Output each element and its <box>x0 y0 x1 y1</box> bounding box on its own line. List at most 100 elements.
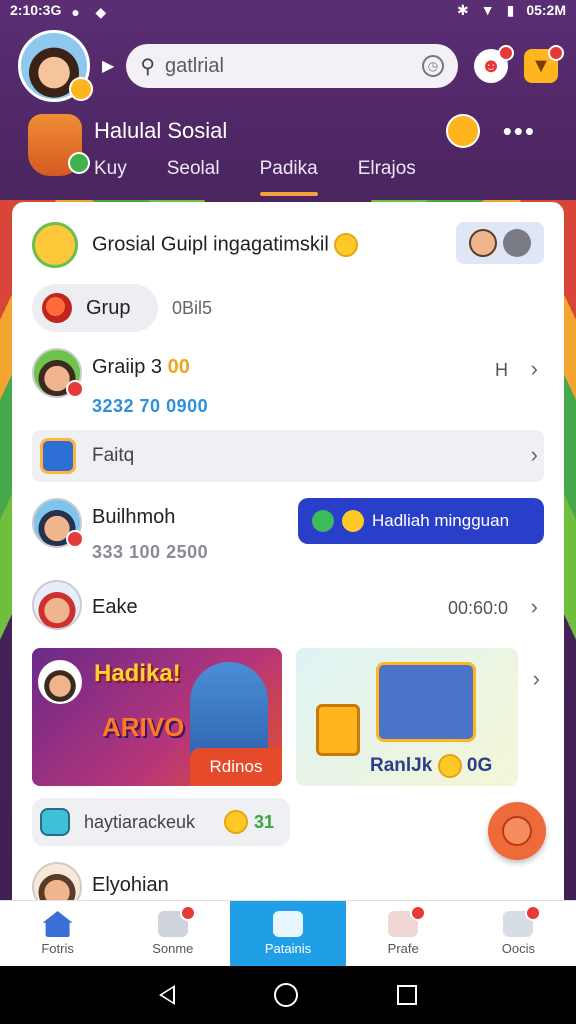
list-item-number: 333 100 2500 <box>92 542 209 562</box>
hay-chip[interactable]: haytiarackeuk 31 <box>32 798 290 846</box>
grup-meta: 0Bil5 <box>172 298 213 318</box>
coin-icon <box>334 233 359 257</box>
social-feed-card: Grosial Guipl ingagatimskil Grup 0Bil5 G… <box>12 202 564 958</box>
battery-icon: ▮ <box>506 1 515 18</box>
list-item[interactable]: Graiip 3 00 3232 70 0900 H › <box>32 348 544 422</box>
system-navigation-bar <box>0 966 576 1024</box>
weekly-reward-button[interactable]: Hadliah mingguan <box>298 498 544 544</box>
coin-icon <box>342 510 364 532</box>
promo-title: Hadika! <box>94 660 181 687</box>
top-header: ▶ ⚲ gatlrial ◷ ☻ ▼ <box>0 26 576 106</box>
caret-right-icon[interactable]: ▶ <box>102 56 114 76</box>
shield-icon: ◆ <box>95 4 107 20</box>
tab-padika[interactable]: Padika <box>259 158 318 196</box>
robot-icon <box>40 808 70 836</box>
gem-icon <box>312 510 334 532</box>
berry-icon <box>42 293 72 323</box>
nav-item-prafe[interactable]: Prafe <box>346 901 461 966</box>
chat-bubble-icon[interactable]: ☻ <box>474 45 514 83</box>
search-icon: ⚲ <box>140 55 155 78</box>
notification-dot <box>179 905 196 921</box>
avatar <box>32 498 84 548</box>
badge-icon <box>66 380 84 398</box>
social-title: Halulal Sosial <box>94 118 228 143</box>
coin-icon <box>224 810 248 834</box>
nav-item-patainis[interactable]: Patainis <box>230 901 346 966</box>
back-icon[interactable] <box>159 985 176 1005</box>
list-item[interactable]: Builhmoh 333 100 2500 Hadliah mingguan <box>32 498 544 572</box>
chevron-right-icon[interactable]: › <box>531 356 538 382</box>
list-item-meta: H <box>495 360 508 380</box>
list-item-time: 00:60:0 <box>447 598 508 618</box>
tab-elrajos[interactable]: Elrajos <box>358 158 416 192</box>
list-item-name: Graiip 3 00 <box>92 356 190 378</box>
sad-face-icon <box>502 816 532 846</box>
notification-dot <box>498 45 514 61</box>
list-item-name: Eake <box>92 596 138 618</box>
grup-chip[interactable]: Grup <box>32 284 158 332</box>
home-circle-icon[interactable] <box>273 983 298 1007</box>
status-time-left: 2:10:3G <box>10 2 62 18</box>
bottom-navigation: Fotris Sonme Patainis Prafe Oocis <box>0 900 576 966</box>
list-item[interactable]: Eake 00:60:0 › <box>32 580 544 636</box>
fox-mascot-icon <box>28 114 90 176</box>
gift-box-icon[interactable]: ▼ <box>524 45 564 83</box>
list-item-number: 3232 70 0900 <box>92 396 209 416</box>
grup-label: Grup <box>86 296 131 319</box>
member-avatar <box>469 229 497 257</box>
notification-dot <box>525 905 542 921</box>
promo-right-label: RanlJk 0G <box>370 754 493 778</box>
social-tabs: Kuy Seolal Padika Elrajos <box>94 158 416 196</box>
faitq-banner[interactable]: Faitq › <box>32 430 544 482</box>
hay-row: haytiarackeuk 31 <box>32 798 544 846</box>
badge-icon <box>66 530 84 548</box>
hay-value: 31 <box>254 812 275 832</box>
groups-title: Grosial Guipl ingagatimskil <box>92 233 359 257</box>
group-members-pill[interactable] <box>456 222 544 264</box>
grup-filter-row: Grup 0Bil5 <box>32 284 544 332</box>
notification-dot <box>410 905 427 921</box>
nav-item-oocis[interactable]: Oocis <box>461 901 576 966</box>
check-badge-icon <box>68 152 90 174</box>
smiley-icon[interactable] <box>446 114 480 148</box>
box-icon <box>273 911 303 937</box>
promo-button[interactable]: Rdinos <box>190 748 282 786</box>
treasure-box-icon <box>316 704 360 756</box>
notification-dot <box>548 45 564 61</box>
avatar <box>38 660 82 704</box>
recent-apps-icon[interactable] <box>396 985 417 1005</box>
status-bar: 2:10:3G ● ◆ ✱ ▼ ▮ 05:2M <box>0 0 576 21</box>
profile-avatar[interactable] <box>18 30 93 102</box>
search-bar[interactable]: ⚲ gatlrial ◷ <box>126 44 458 88</box>
faitq-row[interactable]: Faitq › <box>32 430 544 482</box>
groups-header: Grosial Guipl ingagatimskil <box>32 222 544 270</box>
promo-subtitle: ARIVO <box>102 712 185 742</box>
promo-card-left[interactable]: Hadika! ARIVO Rdinos <box>32 648 282 786</box>
nav-item-fotris[interactable]: Fotris <box>0 901 115 966</box>
tv-icon <box>40 438 76 474</box>
floating-action-button[interactable] <box>488 802 546 860</box>
coin-icon <box>437 754 462 778</box>
promo-card-right[interactable]: RanlJk 0G <box>296 648 518 786</box>
nav-item-sonme[interactable]: Sonme <box>115 901 230 966</box>
history-icon[interactable]: ◷ <box>422 55 444 77</box>
gift-box-icon <box>376 662 476 742</box>
level-badge-icon <box>69 77 93 101</box>
more-options-icon[interactable]: ••• <box>503 116 536 147</box>
faitq-label: Faitq <box>92 445 135 466</box>
home-icon <box>42 911 73 937</box>
avatar <box>32 348 84 398</box>
chevron-right-icon[interactable]: › <box>531 442 538 468</box>
search-input[interactable]: gatlrial <box>165 55 412 78</box>
message-icon <box>503 905 542 937</box>
hat-icon <box>503 229 531 257</box>
bluetooth-icon: ✱ <box>457 1 469 18</box>
wifi-icon: ▼ <box>480 2 495 18</box>
avatar <box>32 580 82 630</box>
chevron-right-icon[interactable]: › <box>533 666 540 692</box>
chevron-right-icon[interactable]: › <box>531 594 538 620</box>
status-time-right: 05:2M <box>526 2 566 18</box>
list-item-name: Builhmoh <box>92 506 176 528</box>
tab-seolal[interactable]: Seolal <box>167 158 220 192</box>
tab-kuy[interactable]: Kuy <box>94 158 127 192</box>
